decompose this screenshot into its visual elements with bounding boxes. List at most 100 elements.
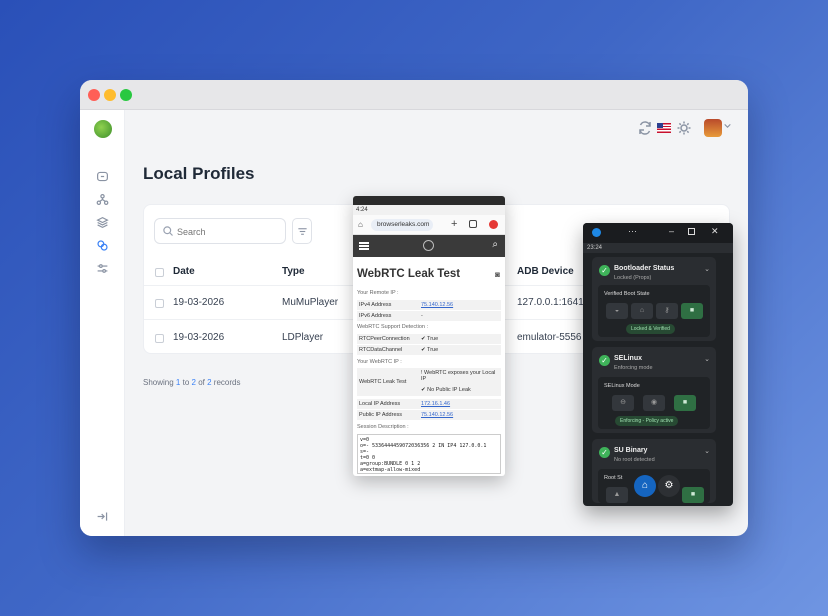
row-1-type: MuMuPlayer (282, 297, 339, 308)
maximize-icon[interactable] (688, 228, 695, 235)
check-icon: ✓ (599, 265, 610, 276)
app-logo (94, 120, 112, 138)
home-icon[interactable]: ⌂ (358, 220, 363, 229)
bootloader-panel[interactable]: ✓ Bootloader Status Locked (Props) ⌄ Ver… (592, 257, 716, 341)
page-heading: WebRTC Leak Test (357, 268, 461, 280)
su-binary-panel[interactable]: ✓ SU Binary No root detected ⌄ Root St ▲… (592, 439, 716, 503)
home-fab[interactable]: ⌂ (634, 475, 656, 497)
column-header-type[interactable]: Type (282, 266, 305, 277)
ipv6-row: IPv6 Address - (357, 311, 501, 321)
row-1-date: 19-03-2026 (173, 297, 225, 308)
chevron-down-icon[interactable] (723, 121, 732, 130)
permissive-button[interactable]: ◉ (643, 395, 665, 411)
disabled-button[interactable]: ⊖ (612, 395, 634, 411)
verified-boot-box: Verified Boot State ◒ ⌂ ⚷ ■ Locked & Ver… (598, 285, 710, 337)
more-icon[interactable]: ··· (628, 226, 637, 236)
app-icon (592, 228, 601, 237)
column-header-date[interactable]: Date (173, 266, 195, 277)
enforcing-button[interactable]: ■ (674, 395, 696, 411)
tabs-icon[interactable] (469, 220, 477, 228)
leak-row: WebRTC Leak Test ! WebRTC exposes your L… (357, 368, 501, 396)
camera-icon[interactable]: ◙ (495, 270, 500, 279)
pagination-summary: Showing 1 to 2 of 2 records (143, 378, 241, 387)
warning-button[interactable]: ▲ (606, 487, 628, 503)
close-icon[interactable]: ✕ (711, 226, 719, 237)
hamburger-icon[interactable] (359, 242, 369, 250)
check-icon: ✓ (599, 447, 610, 458)
home-icon[interactable] (96, 170, 109, 183)
search-box[interactable] (154, 218, 286, 244)
layers-icon[interactable] (96, 216, 109, 229)
rtcpc-row: RTCPeerConnection ✔ True (357, 334, 501, 344)
title-bar (80, 80, 748, 110)
dark-status-bar: 23:24 (583, 243, 733, 253)
sdp-textarea[interactable]: v=0 o=- 5336444459072036356 2 IN IP4 127… (357, 434, 501, 474)
safe-button[interactable]: ■ (682, 487, 704, 503)
su-subtitle: No root detected (614, 457, 655, 463)
row-1-adb: 127.0.0.1:16416 (517, 297, 590, 308)
ipv4-row: IPv4 Address 75.140.12.56 (357, 300, 501, 310)
maximize-window-button[interactable] (120, 89, 132, 101)
minimize-window-button[interactable] (104, 89, 116, 101)
close-window-button[interactable] (88, 89, 100, 101)
root-check-window[interactable]: ··· – ✕ 23:24 ✓ Bootloader Status Locked… (583, 223, 733, 506)
section-heading: WebRTC Support Detection : (357, 324, 429, 330)
verified-boot-label: Verified Boot State (604, 291, 650, 297)
key-button[interactable]: ⚷ (656, 303, 678, 319)
filter-button[interactable] (292, 218, 312, 244)
selinux-title: SELinux (614, 355, 643, 362)
row-checkbox[interactable] (155, 334, 164, 343)
url-field[interactable]: browserleaks.com (371, 219, 433, 231)
sidebar (80, 110, 125, 536)
bootloader-title: Bootloader Status (614, 265, 675, 272)
bootloader-subtitle: Locked (Props) (614, 275, 652, 281)
locked-button[interactable]: ■ (681, 303, 703, 319)
phone-status-bar: 4:24 (353, 205, 505, 215)
section-heading: Your Remote IP : (357, 290, 399, 296)
filter-icon (298, 228, 307, 235)
chevron-down-icon[interactable]: ⌄ (704, 265, 710, 273)
lock-open-button[interactable]: ⌂ (631, 303, 653, 319)
settings-fab[interactable]: ⚙ (658, 475, 680, 497)
selinux-mode-label: SELinux Mode (604, 383, 640, 389)
select-all-checkbox[interactable] (155, 268, 164, 277)
local-ip-row: Local IP Address 172.16.1.46 (357, 399, 501, 409)
sun-icon[interactable] (676, 120, 692, 136)
browser-address-bar[interactable]: ⌂ browserleaks.com + (353, 215, 505, 235)
selinux-subtitle: Enforcing mode (614, 365, 653, 371)
row-2-date: 19-03-2026 (173, 332, 225, 343)
chevron-down-icon[interactable]: ⌄ (704, 447, 710, 455)
rtcdc-row: RTCDataChannel ✔ True (357, 345, 501, 355)
section-heading: Your WebRTC IP : (357, 359, 402, 365)
su-title: SU Binary (614, 447, 648, 454)
status-badge: Locked & Verified (626, 324, 675, 334)
new-tab-icon[interactable]: + (451, 218, 457, 230)
status-badge: Enforcing - Policy active (615, 416, 679, 426)
unverified-button[interactable]: ◒ (606, 303, 628, 319)
search-icon (162, 225, 174, 237)
site-nav-bar: ⌕ (353, 235, 505, 257)
sliders-icon[interactable] (96, 262, 109, 275)
dark-window-title-bar: ··· – ✕ (583, 223, 733, 243)
site-logo (423, 240, 434, 251)
column-header-adb[interactable]: ADB Device (517, 266, 574, 277)
section-heading: Session Description : (357, 424, 409, 430)
link-icon[interactable] (96, 239, 109, 252)
avatar[interactable] (704, 119, 722, 137)
selinux-mode-box: SELinux Mode ⊖ ◉ ■ Enforcing - Policy ac… (598, 377, 710, 429)
emulator-title-bar[interactable] (353, 196, 505, 205)
emulator-browser-window[interactable]: 4:24 ⌂ browserleaks.com + ⌕ WebRTC Leak … (353, 196, 505, 476)
collapse-icon[interactable] (96, 510, 109, 523)
root-status-label: Root St (604, 475, 623, 481)
row-checkbox[interactable] (155, 299, 164, 308)
refresh-icon[interactable] (637, 120, 653, 136)
menu-icon[interactable] (489, 220, 498, 229)
search-input[interactable] (177, 224, 277, 240)
search-icon[interactable]: ⌕ (492, 239, 498, 250)
network-icon[interactable] (96, 193, 109, 206)
check-icon: ✓ (599, 355, 610, 366)
chevron-down-icon[interactable]: ⌄ (704, 355, 710, 363)
minimize-icon[interactable]: – (669, 226, 674, 236)
us-flag-icon[interactable] (657, 123, 671, 133)
selinux-panel[interactable]: ✓ SELinux Enforcing mode ⌄ SELinux Mode … (592, 347, 716, 433)
